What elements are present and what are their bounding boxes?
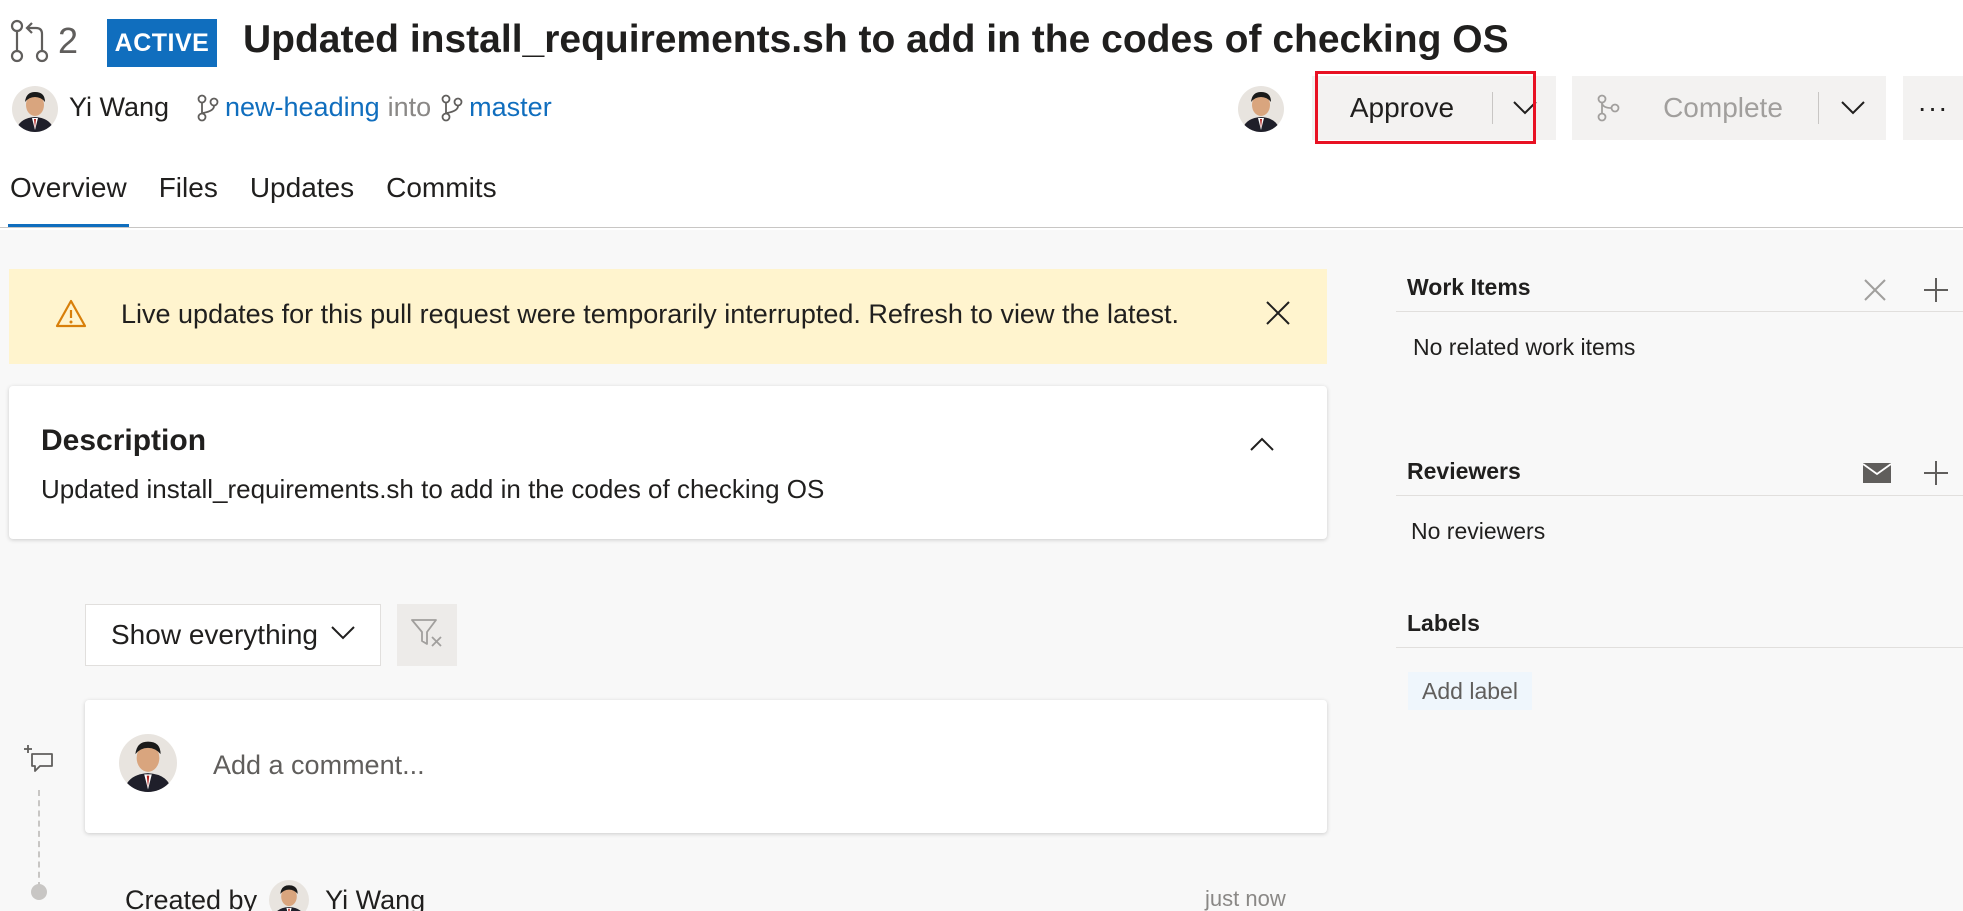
complete-options-chevron-icon[interactable] — [1819, 100, 1886, 116]
tab-bar: Overview Files Updates Commits — [0, 168, 519, 230]
avatar — [269, 880, 310, 911]
timeline-line — [38, 790, 40, 888]
add-label-button[interactable]: Add label — [1408, 672, 1532, 710]
tab-commits[interactable]: Commits — [386, 168, 496, 230]
target-branch-link[interactable]: master — [469, 92, 552, 123]
avatar — [119, 734, 177, 792]
warning-icon — [55, 299, 87, 334]
reviewers-title: Reviewers — [1407, 458, 1521, 484]
created-by-name[interactable]: Yi Wang — [325, 885, 425, 911]
author-avatar[interactable] — [12, 86, 58, 132]
pr-id: 2 — [58, 20, 79, 61]
tab-overview[interactable]: Overview — [8, 168, 129, 230]
source-branch-link[interactable]: new-heading — [225, 92, 380, 123]
filter-selected-label: Show everything — [111, 619, 319, 650]
filter-clear-icon — [409, 616, 445, 655]
more-actions-button[interactable]: ··· — [1903, 76, 1963, 140]
branch-into-label: into — [387, 92, 432, 122]
work-items-title: Work Items — [1407, 274, 1531, 300]
close-icon[interactable] — [1862, 277, 1888, 308]
close-icon[interactable] — [1264, 299, 1292, 332]
branch-info: new-heading into master — [195, 92, 552, 123]
banner-message: Live updates for this pull request were … — [121, 299, 1180, 329]
author-name[interactable]: Yi Wang — [69, 92, 169, 123]
tab-files[interactable]: Files — [159, 168, 218, 230]
labels-title: Labels — [1407, 610, 1480, 636]
reviewers-empty: No reviewers — [1411, 518, 1546, 544]
branch-icon — [439, 93, 465, 123]
tab-divider — [0, 227, 1963, 228]
add-icon[interactable] — [1922, 459, 1950, 492]
live-update-banner: Live updates for this pull request were … — [9, 269, 1327, 364]
description-title: Description — [41, 424, 207, 457]
branch-icon — [195, 93, 221, 123]
description-text: Updated install_requirements.sh to add i… — [41, 474, 825, 504]
created-by-row: Created by Yi Wang — [125, 880, 425, 911]
chevron-up-icon[interactable] — [1249, 436, 1275, 457]
description-card: Description Updated install_requirements… — [9, 386, 1327, 539]
tab-updates[interactable]: Updates — [250, 168, 354, 230]
work-items-empty: No related work items — [1413, 334, 1636, 360]
activity-filter-dropdown[interactable]: Show everything — [85, 604, 381, 666]
pr-header: 2 ACTIVE Updated install_requirements.sh… — [0, 0, 1963, 230]
pull-request-icon — [8, 18, 52, 64]
comment-input[interactable]: Add a comment... — [213, 750, 425, 781]
approve-split-button: Approve — [1312, 76, 1556, 140]
divider — [1396, 647, 1963, 648]
created-by-label: Created by — [125, 884, 258, 911]
page-title: Updated install_requirements.sh to add i… — [243, 18, 1509, 61]
current-user-avatar[interactable] — [1238, 86, 1284, 132]
created-timestamp: just now — [1205, 886, 1286, 911]
complete-button[interactable]: Complete — [1628, 92, 1818, 124]
divider — [1396, 311, 1963, 312]
mail-icon[interactable] — [1862, 462, 1892, 489]
timeline-dot — [31, 884, 47, 900]
approve-options-chevron-icon[interactable] — [1493, 100, 1556, 116]
divider — [1396, 495, 1963, 496]
clear-filter-button[interactable] — [397, 604, 457, 666]
add-icon[interactable] — [1922, 276, 1950, 309]
merge-icon — [1572, 93, 1628, 123]
add-comment-icon — [24, 744, 54, 779]
status-badge: ACTIVE — [107, 19, 217, 67]
approve-button[interactable]: Approve — [1312, 92, 1492, 124]
complete-split-button: Complete — [1572, 76, 1886, 140]
comment-box[interactable]: Add a comment... — [85, 700, 1327, 833]
chevron-down-icon — [330, 625, 356, 646]
